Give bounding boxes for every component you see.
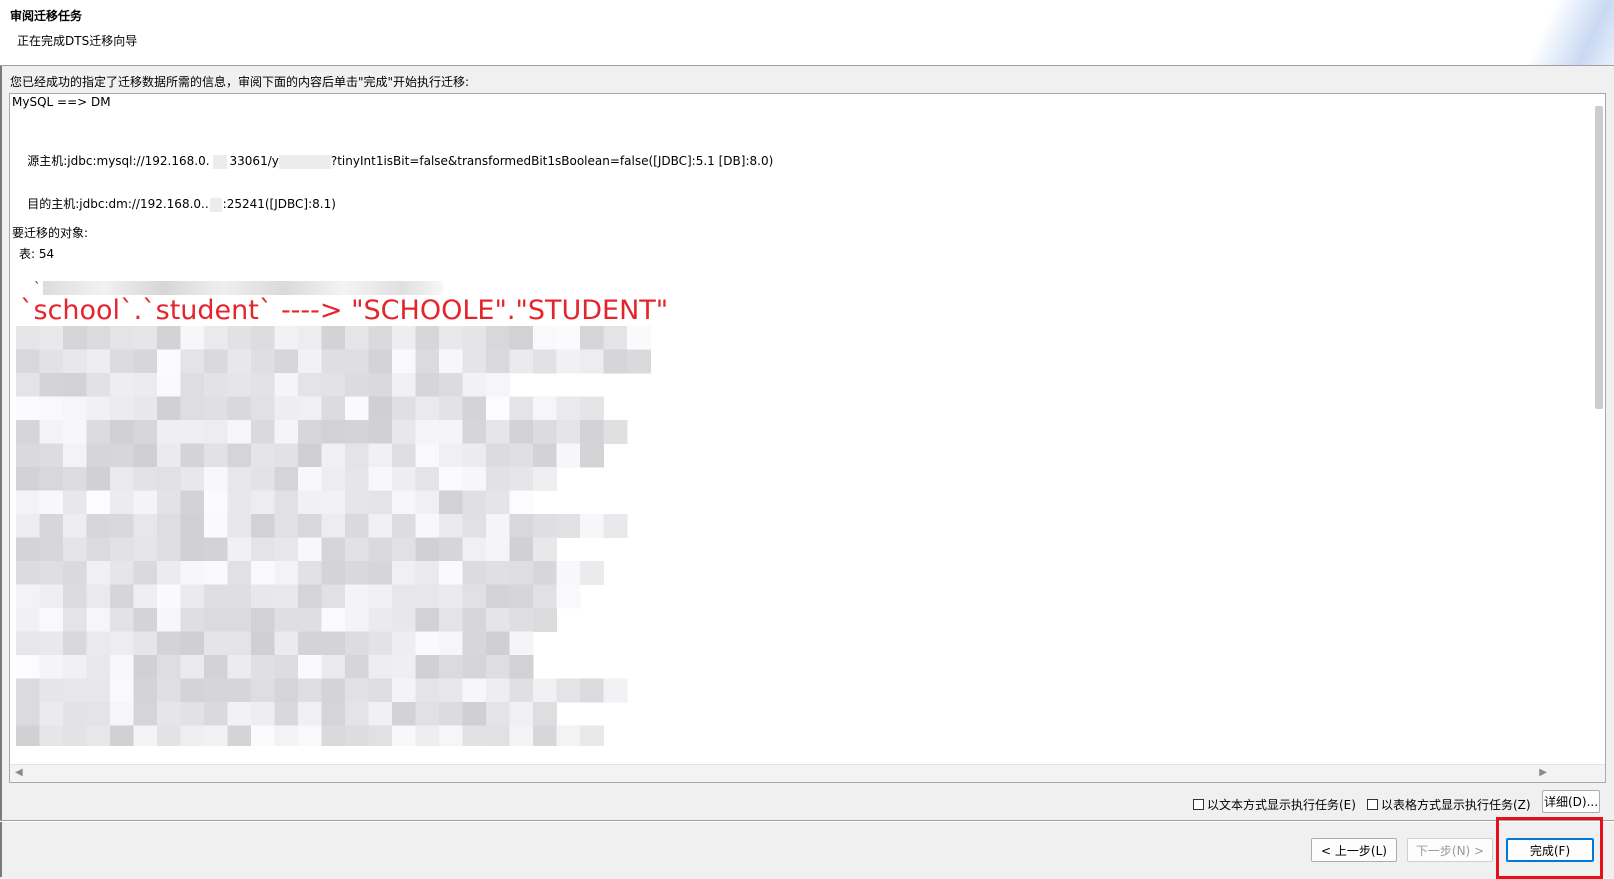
redacted-region (43, 280, 444, 295)
display-options-row: 以文本方式显示执行任务(E) 以表格方式显示执行任务(Z) 详细(D)... (0, 787, 1614, 815)
page-title: 审阅迁移任务 (10, 9, 83, 23)
footer-divider-highlight (0, 821, 1614, 822)
table-mode-checkbox[interactable] (1367, 799, 1378, 810)
next-button[interactable]: 下一步(N) > (1407, 838, 1493, 862)
back-button[interactable]: < 上一步(L) (1311, 838, 1397, 862)
redacted-region (278, 154, 331, 169)
page-subtitle: 正在完成DTS迁移向导 (17, 34, 138, 48)
source-host-prefix: 源主机:jdbc:mysql://192.168.0. (27, 154, 210, 168)
instruction-text: 您已经成功的指定了迁移数据所需的信息，审阅下面的内容后单击"完成"开始执行迁移: (10, 75, 470, 89)
source-host-port: 33061/y (229, 154, 279, 168)
scroll-left-arrow-icon[interactable]: ◀ (15, 767, 23, 778)
header-banner-graphic (1484, 0, 1614, 65)
text-mode-label: 以文本方式显示执行任务(E) (1207, 798, 1356, 812)
text-mode-option[interactable]: 以文本方式显示执行任务(E) (1193, 796, 1356, 813)
source-host-line: 源主机:jdbc:mysql://192.168.0. 33061/y ?tinyI… (12, 138, 773, 183)
mapping-annotation: `school`.`student` ----> "SCHOOLE"."STUD… (20, 295, 669, 326)
finish-button[interactable]: 完成(F) (1506, 838, 1594, 862)
horizontal-scrollbar[interactable]: ◀ ▶ (10, 764, 1605, 782)
vertical-scrollbar[interactable] (1595, 106, 1603, 409)
objects-label: 要迁移的对象: (12, 226, 89, 240)
migration-direction: MySQL ==> DM (12, 95, 111, 109)
wizard-header: 审阅迁移任务 正在完成DTS迁移向导 (0, 0, 1614, 66)
redacted-region (212, 154, 227, 169)
window-left-border (0, 0, 2, 877)
source-host-suffix: ?tinyInt1isBit=false&transformedBit1sBoo… (330, 154, 774, 168)
target-host-line: 目的主机:jdbc:dm://192.168.0.. :25241([JDBC]:… (12, 181, 336, 226)
table-count: 表: 54 (19, 247, 55, 261)
table-mode-option[interactable]: 以表格方式显示执行任务(Z) (1367, 796, 1531, 813)
text-mode-checkbox[interactable] (1193, 799, 1204, 810)
pixelated-redaction-graphic (16, 326, 651, 746)
target-host-suffix: :25241([JDBC]:8.1) (222, 197, 336, 211)
redacted-region (209, 197, 222, 212)
target-host-prefix: 目的主机:jdbc:dm://192.168.0.. (27, 197, 209, 211)
pixelated-redaction (16, 326, 656, 746)
scroll-right-arrow-icon[interactable]: ▶ (1539, 767, 1547, 778)
summary-text-area[interactable]: MySQL ==> DM 源主机:jdbc:mysql://192.168.0.… (9, 93, 1606, 783)
details-button[interactable]: 详细(D)... (1542, 790, 1600, 813)
table-mode-label: 以表格方式显示执行任务(Z) (1381, 798, 1531, 812)
